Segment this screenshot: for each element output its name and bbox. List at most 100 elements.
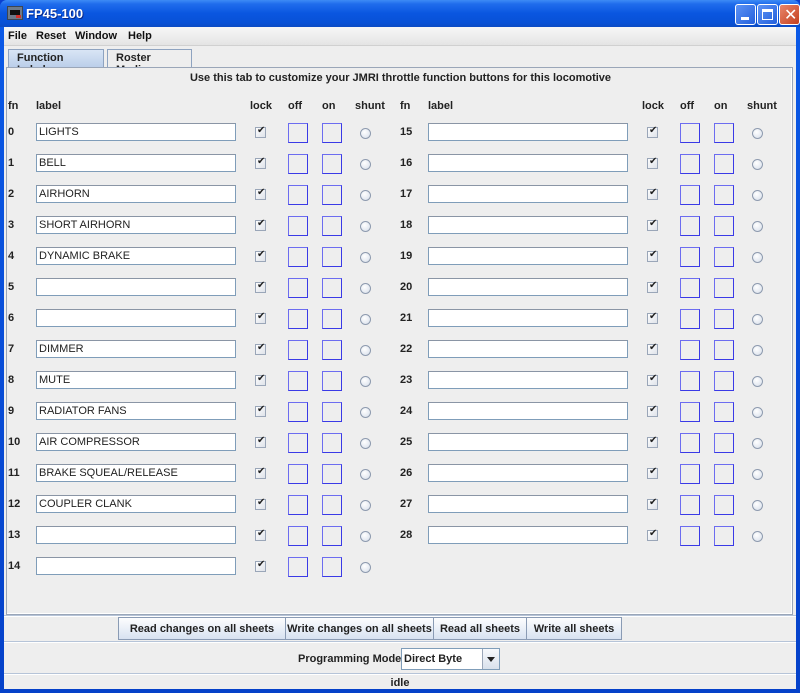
function-label-input[interactable] <box>428 278 628 296</box>
divider <box>4 673 796 675</box>
off-image-button[interactable] <box>680 185 700 205</box>
shunt-radio[interactable] <box>752 128 763 139</box>
function-label-input[interactable] <box>428 464 628 482</box>
lock-checkbox[interactable]: ✔ <box>647 187 658 200</box>
function-label-input[interactable] <box>428 247 628 265</box>
shunt-radio[interactable] <box>752 221 763 232</box>
maximize-button[interactable] <box>757 4 778 25</box>
off-image-button[interactable] <box>680 371 700 391</box>
on-image-button[interactable] <box>714 402 734 422</box>
shunt-radio[interactable] <box>752 469 763 480</box>
on-image-button[interactable] <box>714 340 734 360</box>
function-label-input[interactable] <box>428 340 628 358</box>
on-image-button[interactable] <box>714 247 734 267</box>
function-label-input[interactable] <box>428 433 628 451</box>
shunt-radio[interactable] <box>752 283 763 294</box>
on-image-button[interactable] <box>714 216 734 236</box>
off-image-button[interactable] <box>680 309 700 329</box>
lock-checkbox[interactable]: ✔ <box>647 311 658 324</box>
off-image-button[interactable] <box>680 433 700 453</box>
menu-reset[interactable]: Reset <box>36 30 66 42</box>
on-image-button[interactable] <box>322 557 342 577</box>
function-label-input[interactable] <box>428 154 628 172</box>
header-label: label <box>428 100 454 112</box>
function-label-input[interactable] <box>428 216 628 234</box>
lock-checkbox[interactable]: ✔ <box>647 280 658 293</box>
off-image-button[interactable] <box>680 216 700 236</box>
function-label-input[interactable] <box>428 402 628 420</box>
lock-checkbox[interactable]: ✔ <box>647 125 658 138</box>
lock-checkbox[interactable]: ✔ <box>647 528 658 541</box>
shunt-radio[interactable] <box>752 345 763 356</box>
off-image-button[interactable] <box>680 464 700 484</box>
title-bar[interactable]: FP45-100 ✕ <box>0 0 800 27</box>
on-image-button[interactable] <box>714 526 734 546</box>
off-image-button[interactable] <box>680 278 700 298</box>
off-image-button[interactable] <box>680 495 700 515</box>
function-label-input[interactable] <box>428 495 628 513</box>
checkmark-icon: ✔ <box>649 218 658 229</box>
off-image-button[interactable] <box>680 123 700 143</box>
lock-checkbox[interactable]: ✔ <box>647 466 658 479</box>
lock-checkbox[interactable]: ✔ <box>647 373 658 386</box>
read-all-button[interactable]: Read all sheets <box>433 617 527 640</box>
function-label-input[interactable] <box>428 309 628 327</box>
function-label-input[interactable] <box>36 557 236 575</box>
maximize-icon <box>762 9 773 20</box>
off-image-button[interactable] <box>288 557 308 577</box>
minimize-button[interactable] <box>735 4 756 25</box>
shunt-radio[interactable] <box>752 500 763 511</box>
lock-checkbox[interactable]: ✔ <box>647 249 658 262</box>
lock-checkbox[interactable]: ✔ <box>647 435 658 448</box>
function-number: 16 <box>400 157 413 169</box>
lock-checkbox[interactable]: ✔ <box>647 497 658 510</box>
off-image-button[interactable] <box>680 154 700 174</box>
on-image-button[interactable] <box>714 185 734 205</box>
menu-window[interactable]: Window <box>75 30 117 42</box>
menu-help[interactable]: Help <box>128 30 152 42</box>
lock-checkbox[interactable]: ✔ <box>647 342 658 355</box>
off-image-button[interactable] <box>680 340 700 360</box>
function-number: 28 <box>400 529 413 541</box>
off-image-button[interactable] <box>680 247 700 267</box>
lock-checkbox[interactable]: ✔ <box>647 156 658 169</box>
shunt-radio[interactable] <box>752 190 763 201</box>
shunt-radio[interactable] <box>752 314 763 325</box>
on-image-button[interactable] <box>714 433 734 453</box>
lock-checkbox[interactable]: ✔ <box>255 559 266 572</box>
checkmark-icon: ✔ <box>649 280 658 291</box>
function-labels-panel: Use this tab to customize your JMRI thro… <box>6 67 793 640</box>
on-image-button[interactable] <box>714 464 734 484</box>
function-label-input[interactable] <box>428 123 628 141</box>
off-image-button[interactable] <box>680 402 700 422</box>
lock-checkbox[interactable]: ✔ <box>647 218 658 231</box>
close-button[interactable]: ✕ <box>779 4 800 25</box>
programming-mode-select[interactable]: Direct Byte <box>401 648 500 670</box>
tab-roster-media[interactable]: Roster Media <box>107 49 192 76</box>
function-label-input[interactable] <box>428 526 628 544</box>
read-changes-button[interactable]: Read changes on all sheets <box>118 617 286 640</box>
off-image-button[interactable] <box>680 526 700 546</box>
chevron-down-icon[interactable] <box>482 649 499 669</box>
menu-file[interactable]: File <box>8 30 27 42</box>
on-image-button[interactable] <box>714 154 734 174</box>
shunt-radio[interactable] <box>360 562 371 573</box>
on-image-button[interactable] <box>714 495 734 515</box>
tab-function-labels[interactable]: Function Labels <box>8 49 104 76</box>
shunt-radio[interactable] <box>752 376 763 387</box>
on-image-button[interactable] <box>714 123 734 143</box>
on-image-button[interactable] <box>714 278 734 298</box>
shunt-radio[interactable] <box>752 407 763 418</box>
write-changes-button[interactable]: Write changes on all sheets <box>285 617 434 640</box>
shunt-radio[interactable] <box>752 159 763 170</box>
shunt-radio[interactable] <box>752 438 763 449</box>
write-all-button[interactable]: Write all sheets <box>526 617 622 640</box>
shunt-radio[interactable] <box>752 531 763 542</box>
function-label-input[interactable] <box>428 371 628 389</box>
on-image-button[interactable] <box>714 309 734 329</box>
function-label-input[interactable] <box>428 185 628 203</box>
on-image-button[interactable] <box>714 371 734 391</box>
status-text: idle <box>390 677 410 689</box>
lock-checkbox[interactable]: ✔ <box>647 404 658 417</box>
shunt-radio[interactable] <box>752 252 763 263</box>
